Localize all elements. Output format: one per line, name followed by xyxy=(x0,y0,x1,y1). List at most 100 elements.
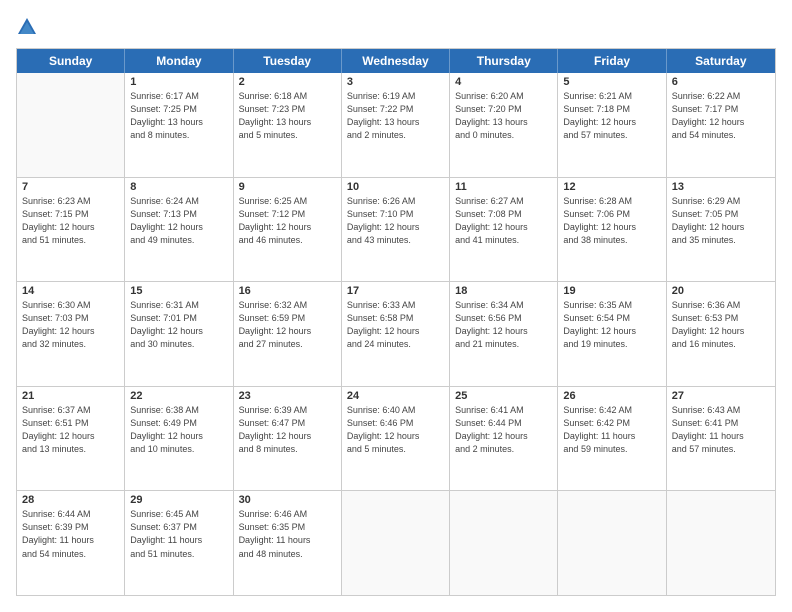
day-number: 28 xyxy=(22,494,119,506)
logo xyxy=(16,16,42,38)
calendar-cell xyxy=(17,73,125,177)
day-number: 12 xyxy=(563,181,660,193)
calendar-week: 7Sunrise: 6:23 AM Sunset: 7:15 PM Daylig… xyxy=(17,178,775,283)
day-number: 6 xyxy=(672,76,770,88)
day-info: Sunrise: 6:36 AM Sunset: 6:53 PM Dayligh… xyxy=(672,299,770,351)
calendar-cell: 4Sunrise: 6:20 AM Sunset: 7:20 PM Daylig… xyxy=(450,73,558,177)
calendar-cell: 23 Sunrise: 6:39 AM Sunset: 6:47 PM Dayli… xyxy=(234,387,342,491)
calendar-cell: 18 Sunrise: 6:34 AM Sunset: 6:56 PM Dayli… xyxy=(450,282,558,386)
day-info: Sunrise: 6:23 AM Sunset: 7:15 PM Dayligh… xyxy=(22,195,119,247)
day-number: 15 xyxy=(130,285,227,297)
calendar-header: SundayMondayTuesdayWednesdayThursdayFrid… xyxy=(17,49,775,73)
calendar-cell: 28 Sunrise: 6:44 AM Sunset: 6:39 PM Dayli… xyxy=(17,491,125,595)
day-number: 24 xyxy=(347,390,444,402)
day-info: Sunrise: 6:24 AM Sunset: 7:13 PM Dayligh… xyxy=(130,195,227,247)
day-number: 30 xyxy=(239,494,336,506)
calendar-cell: 10 Sunrise: 6:26 AM Sunset: 7:10 PM Dayli… xyxy=(342,178,450,282)
day-number: 13 xyxy=(672,181,770,193)
calendar-cell: 12 Sunrise: 6:28 AM Sunset: 7:06 PM Dayli… xyxy=(558,178,666,282)
calendar-cell: 6 Sunrise: 6:22 AM Sunset: 7:17 PM Daylig… xyxy=(667,73,775,177)
calendar-cell: 17 Sunrise: 6:33 AM Sunset: 6:58 PM Dayli… xyxy=(342,282,450,386)
calendar-cell: 15 Sunrise: 6:31 AM Sunset: 7:01 PM Dayli… xyxy=(125,282,233,386)
day-info: Sunrise: 6:17 AM Sunset: 7:25 PM Dayligh… xyxy=(130,90,227,142)
day-number: 3 xyxy=(347,76,444,88)
day-info: Sunrise: 6:27 AM Sunset: 7:08 PM Dayligh… xyxy=(455,195,552,247)
day-info: Sunrise: 6:25 AM Sunset: 7:12 PM Dayligh… xyxy=(239,195,336,247)
day-info: Sunrise: 6:31 AM Sunset: 7:01 PM Dayligh… xyxy=(130,299,227,351)
day-number: 11 xyxy=(455,181,552,193)
day-info: Sunrise: 6:34 AM Sunset: 6:56 PM Dayligh… xyxy=(455,299,552,351)
day-info: Sunrise: 6:43 AM Sunset: 6:41 PM Dayligh… xyxy=(672,404,770,456)
header xyxy=(16,16,776,38)
calendar-cell: 30 Sunrise: 6:46 AM Sunset: 6:35 PM Dayli… xyxy=(234,491,342,595)
day-number: 8 xyxy=(130,181,227,193)
calendar-cell: 5Sunrise: 6:21 AM Sunset: 7:18 PM Daylig… xyxy=(558,73,666,177)
day-info: Sunrise: 6:19 AM Sunset: 7:22 PM Dayligh… xyxy=(347,90,444,142)
calendar-cell: 7Sunrise: 6:23 AM Sunset: 7:15 PM Daylig… xyxy=(17,178,125,282)
day-info: Sunrise: 6:37 AM Sunset: 6:51 PM Dayligh… xyxy=(22,404,119,456)
calendar-cell: 19 Sunrise: 6:35 AM Sunset: 6:54 PM Dayli… xyxy=(558,282,666,386)
calendar-header-cell: Tuesday xyxy=(234,49,342,73)
calendar-week: 28 Sunrise: 6:44 AM Sunset: 6:39 PM Dayli… xyxy=(17,491,775,595)
calendar-cell xyxy=(667,491,775,595)
day-number: 10 xyxy=(347,181,444,193)
day-info: Sunrise: 6:39 AM Sunset: 6:47 PM Dayligh… xyxy=(239,404,336,456)
day-info: Sunrise: 6:46 AM Sunset: 6:35 PM Dayligh… xyxy=(239,508,336,560)
day-info: Sunrise: 6:35 AM Sunset: 6:54 PM Dayligh… xyxy=(563,299,660,351)
calendar-cell: 20 Sunrise: 6:36 AM Sunset: 6:53 PM Dayli… xyxy=(667,282,775,386)
day-info: Sunrise: 6:45 AM Sunset: 6:37 PM Dayligh… xyxy=(130,508,227,560)
calendar-cell: 2 Sunrise: 6:18 AM Sunset: 7:23 PM Daylig… xyxy=(234,73,342,177)
calendar-week: 14Sunrise: 6:30 AM Sunset: 7:03 PM Dayli… xyxy=(17,282,775,387)
day-number: 26 xyxy=(563,390,660,402)
logo-icon xyxy=(16,16,38,38)
calendar-cell: 16Sunrise: 6:32 AM Sunset: 6:59 PM Dayli… xyxy=(234,282,342,386)
day-number: 29 xyxy=(130,494,227,506)
calendar-cell: 24Sunrise: 6:40 AM Sunset: 6:46 PM Dayli… xyxy=(342,387,450,491)
day-number: 9 xyxy=(239,181,336,193)
day-info: Sunrise: 6:22 AM Sunset: 7:17 PM Dayligh… xyxy=(672,90,770,142)
day-number: 19 xyxy=(563,285,660,297)
day-number: 4 xyxy=(455,76,552,88)
calendar-cell: 8 Sunrise: 6:24 AM Sunset: 7:13 PM Daylig… xyxy=(125,178,233,282)
calendar-cell: 3 Sunrise: 6:19 AM Sunset: 7:22 PM Daylig… xyxy=(342,73,450,177)
day-info: Sunrise: 6:38 AM Sunset: 6:49 PM Dayligh… xyxy=(130,404,227,456)
calendar-cell: 21 Sunrise: 6:37 AM Sunset: 6:51 PM Dayli… xyxy=(17,387,125,491)
calendar-cell: 22 Sunrise: 6:38 AM Sunset: 6:49 PM Dayli… xyxy=(125,387,233,491)
day-info: Sunrise: 6:26 AM Sunset: 7:10 PM Dayligh… xyxy=(347,195,444,247)
calendar-cell: 9 Sunrise: 6:25 AM Sunset: 7:12 PM Daylig… xyxy=(234,178,342,282)
calendar: SundayMondayTuesdayWednesdayThursdayFrid… xyxy=(16,48,776,596)
day-info: Sunrise: 6:32 AM Sunset: 6:59 PM Dayligh… xyxy=(239,299,336,351)
calendar-cell: 26 Sunrise: 6:42 AM Sunset: 6:42 PM Dayli… xyxy=(558,387,666,491)
calendar-cell xyxy=(450,491,558,595)
calendar-week: 1Sunrise: 6:17 AM Sunset: 7:25 PM Daylig… xyxy=(17,73,775,178)
day-number: 20 xyxy=(672,285,770,297)
day-number: 22 xyxy=(130,390,227,402)
page: SundayMondayTuesdayWednesdayThursdayFrid… xyxy=(0,0,792,612)
day-info: Sunrise: 6:18 AM Sunset: 7:23 PM Dayligh… xyxy=(239,90,336,142)
day-number: 27 xyxy=(672,390,770,402)
calendar-header-cell: Sunday xyxy=(17,49,125,73)
day-number: 18 xyxy=(455,285,552,297)
day-info: Sunrise: 6:21 AM Sunset: 7:18 PM Dayligh… xyxy=(563,90,660,142)
calendar-header-cell: Wednesday xyxy=(342,49,450,73)
day-number: 23 xyxy=(239,390,336,402)
day-info: Sunrise: 6:44 AM Sunset: 6:39 PM Dayligh… xyxy=(22,508,119,560)
day-number: 2 xyxy=(239,76,336,88)
calendar-cell: 1Sunrise: 6:17 AM Sunset: 7:25 PM Daylig… xyxy=(125,73,233,177)
day-number: 21 xyxy=(22,390,119,402)
calendar-header-cell: Monday xyxy=(125,49,233,73)
calendar-header-cell: Saturday xyxy=(667,49,775,73)
day-info: Sunrise: 6:28 AM Sunset: 7:06 PM Dayligh… xyxy=(563,195,660,247)
calendar-cell: 29 Sunrise: 6:45 AM Sunset: 6:37 PM Dayli… xyxy=(125,491,233,595)
day-info: Sunrise: 6:33 AM Sunset: 6:58 PM Dayligh… xyxy=(347,299,444,351)
calendar-header-cell: Friday xyxy=(558,49,666,73)
calendar-cell xyxy=(558,491,666,595)
day-number: 25 xyxy=(455,390,552,402)
day-info: Sunrise: 6:30 AM Sunset: 7:03 PM Dayligh… xyxy=(22,299,119,351)
day-number: 17 xyxy=(347,285,444,297)
calendar-cell: 13 Sunrise: 6:29 AM Sunset: 7:05 PM Dayli… xyxy=(667,178,775,282)
day-info: Sunrise: 6:29 AM Sunset: 7:05 PM Dayligh… xyxy=(672,195,770,247)
calendar-cell xyxy=(342,491,450,595)
day-info: Sunrise: 6:42 AM Sunset: 6:42 PM Dayligh… xyxy=(563,404,660,456)
calendar-week: 21 Sunrise: 6:37 AM Sunset: 6:51 PM Dayli… xyxy=(17,387,775,492)
